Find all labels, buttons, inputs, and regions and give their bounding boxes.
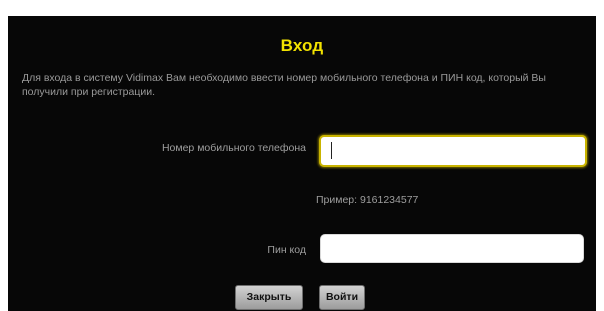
login-dialog: Вход Для входа в систему Vidimax Вам нео…: [8, 16, 596, 311]
pin-input[interactable]: [320, 234, 584, 263]
phone-example-hint: Пример: 9161234577: [316, 194, 419, 206]
dialog-title: Вход: [280, 36, 324, 55]
close-button[interactable]: Закрыть: [235, 285, 303, 310]
text-caret: [331, 142, 332, 159]
phone-label: Номер мобильного телефона: [161, 142, 306, 154]
pin-label: Пин код: [267, 244, 306, 256]
phone-input[interactable]: [319, 135, 587, 167]
login-button[interactable]: Войти: [319, 285, 365, 310]
dialog-description: Для входа в систему Vidimax Вам необходи…: [22, 72, 546, 98]
